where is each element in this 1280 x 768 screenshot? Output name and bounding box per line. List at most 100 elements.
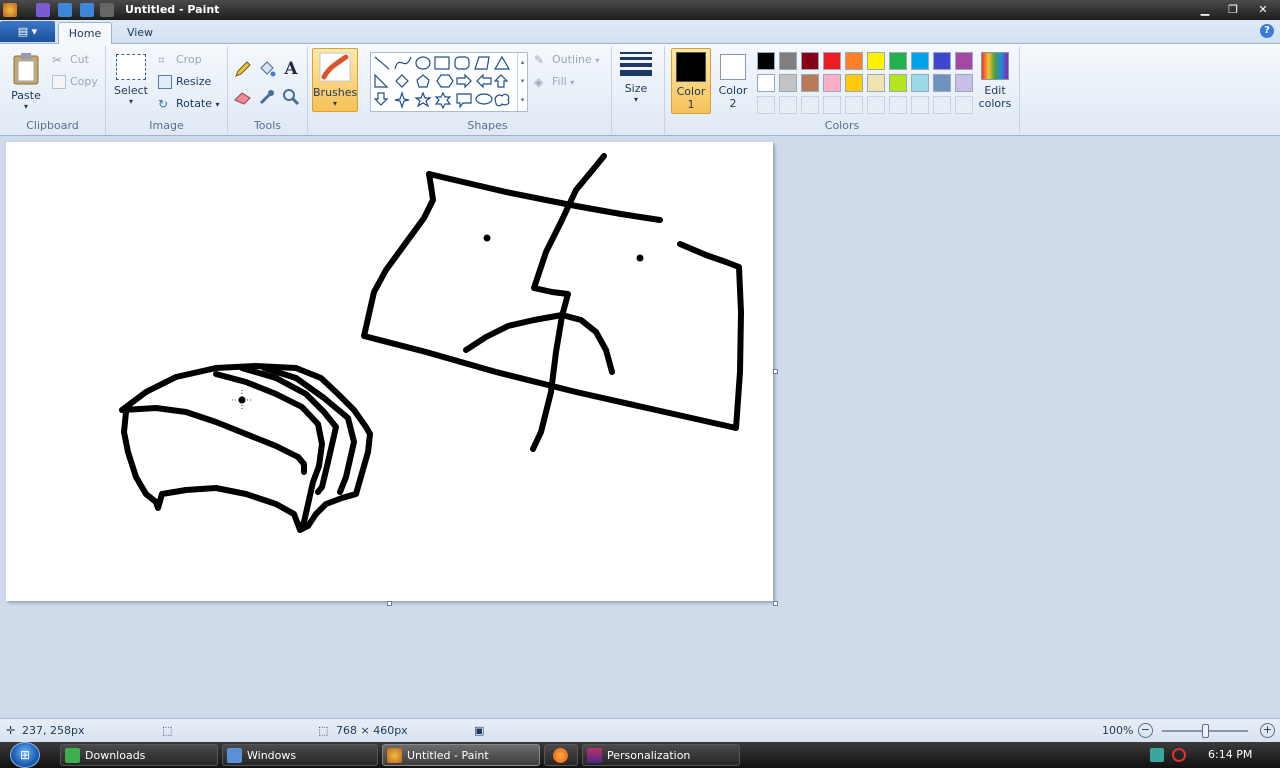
zoom-out-button[interactable]: − — [1138, 723, 1153, 738]
taskbar-item-paint[interactable]: Untitled - Paint — [382, 744, 540, 766]
cut-button[interactable]: ✂ Cut — [52, 50, 89, 70]
fill-dropdown-icon: ▾ — [570, 78, 575, 87]
color-1-button[interactable]: Color 1 — [671, 48, 711, 114]
status-bar: ✛ 237, 258px ⬚ ⬚ 768 × 460px ▣ 100% − + — [0, 718, 1280, 742]
paste-button[interactable]: Paste ▾ — [6, 50, 46, 114]
taskbar-label-downloads: Downloads — [85, 749, 146, 762]
copy-button[interactable]: Copy — [52, 72, 98, 92]
up-arrow-shape-icon — [493, 74, 509, 88]
shapes-scroll[interactable]: ▴ ▾ ▾ — [517, 53, 527, 111]
color-2-button[interactable]: Color 2 — [715, 48, 751, 114]
palette-empty-swatch[interactable] — [867, 96, 885, 114]
palette-swatch[interactable] — [757, 74, 775, 92]
taskbar-item-firefox[interactable] — [544, 744, 578, 766]
fill-bucket-icon[interactable] — [256, 58, 278, 80]
canvas-resize-handle-right[interactable] — [773, 369, 778, 374]
fill-button[interactable]: ◈ Fill ▾ — [534, 72, 574, 92]
brushes-button[interactable]: Brushes ▾ — [312, 48, 358, 112]
palette-swatch[interactable] — [757, 52, 775, 70]
palette-swatch[interactable] — [889, 52, 907, 70]
save-icon[interactable] — [36, 3, 50, 17]
rounded-callout-shape-icon — [456, 93, 472, 109]
taskbar-item-personalization[interactable]: Personalization — [582, 744, 740, 766]
taskbar-clock[interactable]: 6:14 PM — [1208, 748, 1252, 761]
palette-swatch[interactable] — [933, 52, 951, 70]
undo-icon[interactable] — [58, 3, 72, 17]
shapes-group-label: Shapes — [467, 119, 508, 132]
fill-icon: ◈ — [534, 75, 544, 89]
taskbar-item-downloads[interactable]: Downloads — [60, 744, 218, 766]
outline-button[interactable]: ✎ Outline ▾ — [534, 50, 599, 70]
palette-swatch[interactable] — [801, 74, 819, 92]
palette-swatch[interactable] — [911, 52, 929, 70]
help-icon[interactable]: ? — [1260, 24, 1274, 38]
palette-empty-swatch[interactable] — [757, 96, 775, 114]
canvas-area — [0, 136, 1280, 718]
line-shape-icon — [374, 56, 390, 70]
color-picker-icon[interactable] — [256, 86, 278, 108]
crop-button[interactable]: ⌗ Crop — [158, 50, 202, 70]
palette-empty-swatch[interactable] — [823, 96, 841, 114]
network-tray-icon[interactable] — [1150, 748, 1164, 762]
palette-swatch[interactable] — [867, 74, 885, 92]
fill-label: Fill — [552, 75, 567, 88]
edit-colors-button[interactable]: Edit colors — [977, 50, 1013, 114]
canvas-resize-handle-corner[interactable] — [773, 601, 778, 606]
palette-swatch[interactable] — [823, 52, 841, 70]
rotate-button[interactable]: ↻ Rotate ▾ — [158, 94, 220, 114]
maximize-button[interactable]: ❐ — [1220, 3, 1246, 17]
zoom-in-button[interactable]: + — [1260, 723, 1275, 738]
select-button[interactable]: Select ▾ — [112, 50, 150, 114]
folder-icon — [227, 748, 242, 763]
palette-empty-swatch[interactable] — [801, 96, 819, 114]
tab-view[interactable]: View — [116, 22, 164, 44]
color-1-label-a: Color — [676, 85, 706, 98]
drawing-strokes — [119, 153, 744, 533]
palette-swatch[interactable] — [955, 52, 973, 70]
drawing-canvas[interactable] — [6, 142, 773, 601]
image-group-label: Image — [149, 119, 184, 132]
cursor-position-icon: ✛ — [6, 724, 16, 737]
edit-colors-label-b: colors — [978, 97, 1012, 110]
palette-swatch[interactable] — [845, 52, 863, 70]
canvas-resize-handle-bottom[interactable] — [387, 601, 392, 606]
palette-empty-swatch[interactable] — [845, 96, 863, 114]
start-button[interactable]: ⊞ — [10, 742, 40, 768]
palette-swatch[interactable] — [889, 74, 907, 92]
redo-icon[interactable] — [80, 3, 94, 17]
palette-empty-swatch[interactable] — [911, 96, 929, 114]
tab-home[interactable]: Home — [58, 22, 112, 44]
minimize-button[interactable]: ▁ — [1192, 3, 1218, 17]
pencil-icon[interactable] — [232, 58, 254, 80]
palette-empty-swatch[interactable] — [933, 96, 951, 114]
palette-swatch[interactable] — [779, 52, 797, 70]
palette-swatch[interactable] — [823, 74, 841, 92]
palette-empty-swatch[interactable] — [779, 96, 797, 114]
text-tool-icon[interactable]: A — [280, 58, 302, 80]
palette-swatch[interactable] — [845, 74, 863, 92]
taskbar-item-windows[interactable]: Windows — [222, 744, 378, 766]
palette-swatch[interactable] — [933, 74, 951, 92]
resize-button[interactable]: Resize — [158, 72, 211, 92]
palette-swatch[interactable] — [801, 52, 819, 70]
eraser-icon[interactable] — [232, 86, 254, 108]
zoom-slider-thumb[interactable] — [1202, 724, 1209, 738]
palette-swatch[interactable] — [867, 52, 885, 70]
volume-tray-icon[interactable] — [1172, 748, 1186, 762]
palette-swatch[interactable] — [955, 74, 973, 92]
clipboard-group: Paste ▾ ✂ Cut Copy Clipboard — [0, 46, 106, 134]
size-button[interactable]: Size ▾ — [616, 48, 656, 112]
right-triangle-shape-icon — [374, 73, 389, 88]
palette-swatch[interactable] — [779, 74, 797, 92]
application-menu-button[interactable]: ▤ ▾ — [0, 21, 55, 42]
palette-swatch[interactable] — [911, 74, 929, 92]
magnifier-icon[interactable] — [280, 86, 302, 108]
down-arrow-shape-icon — [373, 92, 389, 106]
paint-app-icon[interactable] — [3, 3, 17, 17]
customize-quick-access-icon[interactable] — [100, 3, 114, 17]
scissors-icon: ✂ — [52, 53, 63, 67]
palette-empty-swatch[interactable] — [889, 96, 907, 114]
zoom-slider[interactable] — [1162, 724, 1248, 738]
palette-empty-swatch[interactable] — [955, 96, 973, 114]
close-button[interactable]: ✕ — [1250, 3, 1276, 17]
